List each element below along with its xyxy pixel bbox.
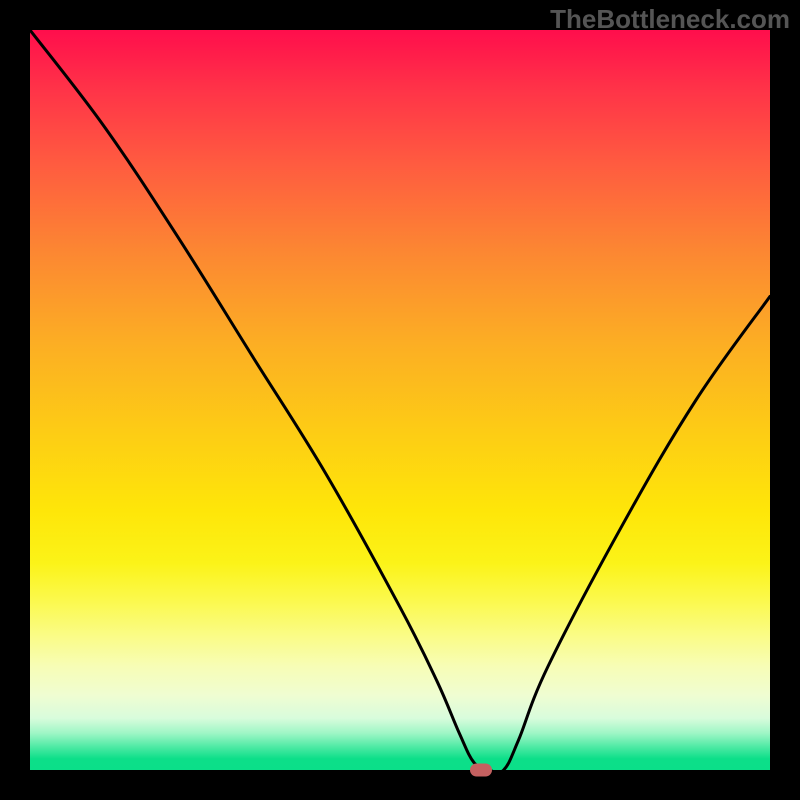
chart-frame: TheBottleneck.com	[0, 0, 800, 800]
watermark-text: TheBottleneck.com	[550, 4, 790, 35]
optimal-point-marker	[470, 764, 492, 777]
gradient-background	[30, 30, 770, 770]
